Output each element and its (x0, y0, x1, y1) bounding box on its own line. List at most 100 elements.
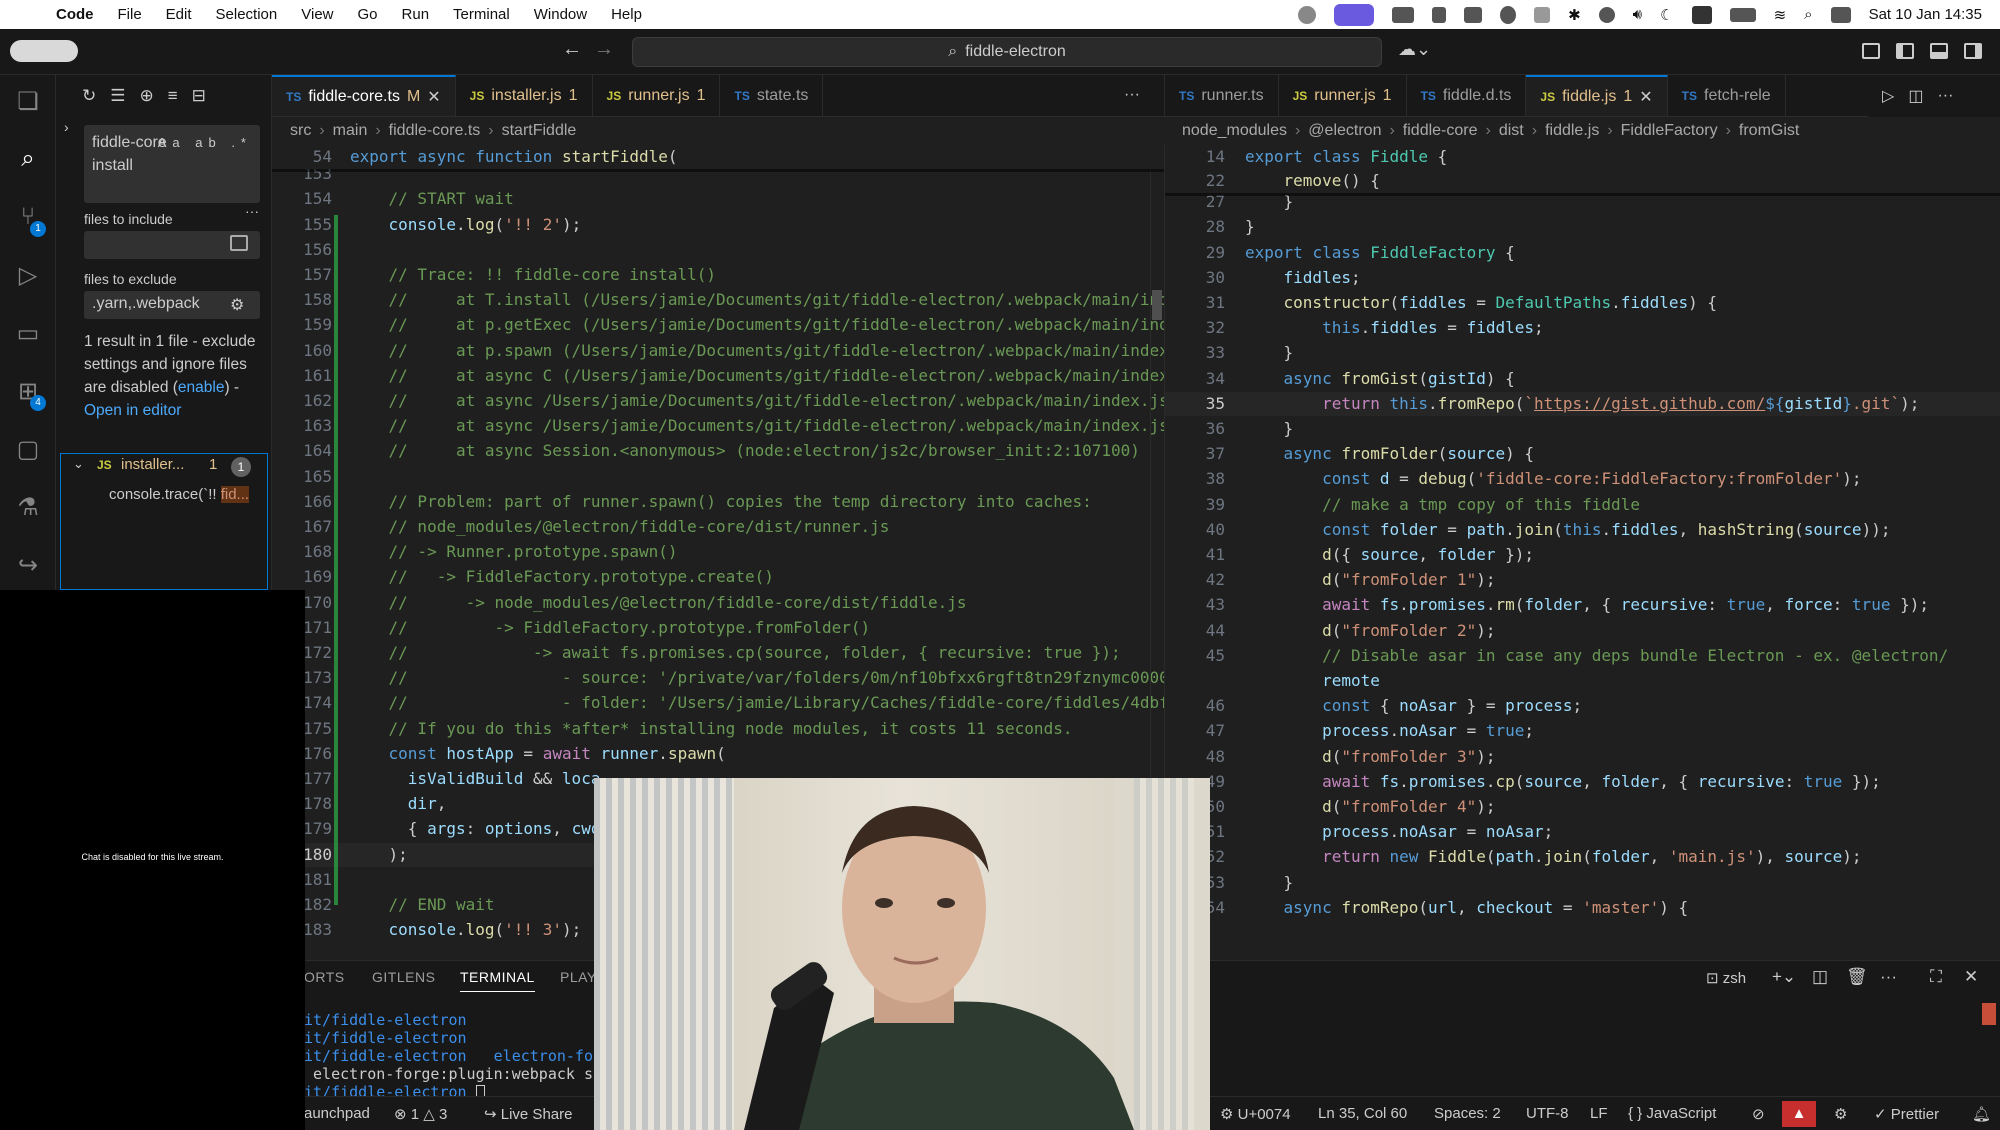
menu-view[interactable]: View (301, 6, 333, 23)
code-line[interactable]: 37 async fromFolder(source) { (1165, 442, 2000, 466)
editor-tab[interactable]: JS runner.js 1 (1278, 75, 1407, 116)
code-line[interactable]: 156 (272, 238, 1164, 262)
breadcrumb-item[interactable]: node_modules (1182, 122, 1287, 140)
collapse-all-icon[interactable]: ⊟ (192, 86, 206, 106)
code-line[interactable]: 48 d("fromFolder 3"); (1165, 745, 2000, 769)
editor-tab[interactable]: TS state.ts (720, 75, 824, 116)
close-panel-icon[interactable]: ✕ (1964, 967, 1978, 987)
back-arrow-icon[interactable]: ← (562, 38, 582, 61)
explorer-icon[interactable]: ❏ (12, 87, 44, 119)
code-line[interactable]: 35 return this.fromRepo(`https://gist.gi… (1165, 391, 2000, 416)
window-controls[interactable] (10, 40, 78, 62)
moon-icon[interactable]: ☾ (1660, 6, 1673, 24)
code-line[interactable]: 51 process.noAsar = noAsar; (1165, 820, 2000, 844)
code-line[interactable]: 173 // - source: '/private/var/folders/0… (272, 666, 1164, 690)
prettier-item[interactable]: ✓ Prettier (1874, 1105, 1939, 1123)
code-line[interactable]: 160 // at p.spawn (/Users/jamie/Document… (272, 339, 1164, 363)
run-debug-icon[interactable]: ▷ (12, 261, 44, 293)
code-line[interactable]: 54 async fromRepo(url, checkout = 'maste… (1165, 896, 2000, 920)
code-line[interactable]: 38 const d = debug('fiddle-core:FiddleFa… (1165, 467, 2000, 491)
code-line[interactable]: 169 // -> FiddleFactory.prototype.create… (272, 565, 1164, 589)
keyboard-icon[interactable] (1464, 6, 1483, 23)
split-editor-icon[interactable]: ◫ (1908, 86, 1923, 106)
code-line[interactable]: 29 export class FiddleFactory { (1165, 241, 2000, 265)
editor-tab[interactable]: TS runner.ts (1165, 75, 1279, 116)
bell-icon[interactable]: 🔔︎ (1972, 1105, 1991, 1123)
sticky-scroll-line[interactable]: 54 export async function startFiddle( (272, 145, 1164, 169)
bluetooth-icon[interactable]: ✱ (1568, 6, 1581, 24)
settings-gear-icon[interactable]: ⚙ (230, 295, 244, 315)
remote-explorer-icon[interactable]: ▭ (12, 319, 44, 351)
code-line[interactable]: remote (1165, 669, 2000, 693)
tab-playwright[interactable]: PLAY (560, 969, 597, 985)
tab-terminal[interactable]: TERMINAL (460, 969, 535, 992)
sticky-scroll-line[interactable]: 14 export class Fiddle { (1165, 145, 2000, 169)
code-line[interactable]: 40 const folder = path.join(this.fiddles… (1165, 518, 2000, 542)
new-terminal-icon[interactable]: +⌄ (1772, 967, 1796, 987)
breadcrumb-item[interactable]: FiddleFactory (1621, 122, 1718, 140)
code-line[interactable]: 53 } (1165, 871, 2000, 895)
forward-arrow-icon[interactable]: → (594, 38, 614, 61)
live-share-status[interactable]: ↪ Live Share (484, 1105, 572, 1123)
sticky-scroll-line[interactable]: 22 remove() { (1165, 169, 2000, 193)
search-view-icon[interactable]: ⌕ (12, 145, 44, 177)
battery-icon[interactable] (1729, 7, 1756, 22)
code-line[interactable]: 172 // -> await fs.promises.cp(source, f… (272, 641, 1164, 665)
tab-gitlens[interactable]: GITLENS (372, 969, 435, 985)
extensions-icon[interactable]: ⊞ 4 (12, 377, 46, 411)
toggle-panel-icon[interactable] (1930, 43, 1948, 59)
code-line[interactable]: 41 d({ source, folder }); (1165, 543, 2000, 567)
code-line[interactable]: 161 // at async C (/Users/jamie/Document… (272, 364, 1164, 388)
code-line[interactable]: 168 // -> Runner.prototype.spawn() (272, 540, 1164, 564)
menu-go[interactable]: Go (358, 6, 378, 23)
search-input[interactable]: fiddle-core install Aa ab .* (84, 125, 260, 203)
code-line[interactable]: 170 // -> node_modules/@electron/fiddle-… (272, 591, 1164, 615)
app-status-icon[interactable] (1500, 5, 1517, 24)
code-line[interactable]: 39 // make a tmp copy of this fiddle (1165, 493, 2000, 517)
code-line[interactable]: 33 } (1165, 341, 2000, 365)
menu-file[interactable]: File (118, 6, 142, 23)
notifications-settings-icon[interactable]: ⚙ (1834, 1105, 1847, 1123)
code-line[interactable]: 154 // START wait (272, 187, 1164, 211)
code-line[interactable]: 167 // node_modules/@electron/fiddle-cor… (272, 515, 1164, 539)
menu-selection[interactable]: Selection (216, 6, 278, 23)
only-open-editors-icon[interactable] (230, 235, 248, 251)
code-line[interactable]: 44 d("fromFolder 2"); (1165, 619, 2000, 643)
new-search-editor-icon[interactable]: ⊕ (140, 86, 154, 106)
code-line[interactable]: 43 await fs.promises.rm(folder, { recurs… (1165, 593, 2000, 617)
control-center-icon[interactable] (1830, 6, 1851, 23)
code-line[interactable]: 46 const { noAsar } = process; (1165, 694, 2000, 718)
chat-icon[interactable]: ▢ (12, 435, 44, 467)
run-file-icon[interactable]: ▷ (1882, 86, 1894, 106)
open-in-editor-link[interactable]: Open in editor (84, 402, 181, 419)
refresh-icon[interactable]: ↻ (82, 86, 96, 106)
input-source-icon[interactable] (1691, 5, 1712, 24)
copilot-icon[interactable]: ☁⌄ (1398, 39, 1431, 60)
code-line[interactable]: 164 // at async Session.<anonymous> (nod… (272, 439, 1164, 463)
character-item[interactable]: ⚙ U+0074 (1220, 1105, 1291, 1123)
code-line[interactable]: 157 // Trace: !! fiddle-core install() (272, 263, 1164, 287)
menu-terminal[interactable]: Terminal (453, 6, 510, 23)
editor-tab[interactable]: JS fiddle.js 1 ✕ (1526, 75, 1668, 116)
code-line[interactable]: 50 d("fromFolder 4"); (1165, 795, 2000, 819)
breadcrumb-item[interactable]: fiddle-core.ts (389, 122, 481, 140)
code-line[interactable]: 30 fiddles; (1165, 266, 2000, 290)
language-mode[interactable]: { } JavaScript (1628, 1105, 1716, 1122)
chevron-down-icon[interactable]: ⌄ (73, 456, 84, 472)
launchpad-item[interactable]: aunchpad (304, 1105, 370, 1122)
code-line[interactable]: 158 // at T.install (/Users/jamie/Docume… (272, 288, 1164, 312)
code-line[interactable]: 166 // Problem: part of runner.spawn() c… (272, 490, 1164, 514)
editor-tab[interactable]: JS runner.js 1 (592, 75, 721, 116)
breadcrumb-item[interactable]: fromGist (1739, 122, 1799, 140)
datetime[interactable]: Sat 10 Jan 14:35 (1869, 6, 1982, 23)
live-share-icon[interactable]: ↪ (12, 551, 44, 583)
search-match-line[interactable]: console.trace(`!! fid... (109, 486, 263, 503)
copilot-status-icon[interactable]: ⊘ (1752, 1105, 1765, 1123)
code-line[interactable]: 163 // at async /Users/jamie/Documents/g… (272, 414, 1164, 438)
editor-tab[interactable]: TS fiddle.d.ts (1406, 75, 1527, 116)
close-icon[interactable]: ✕ (427, 87, 440, 107)
code-line[interactable]: 165 (272, 465, 1164, 489)
toggle-sidebar-icon[interactable] (1896, 43, 1914, 59)
code-line[interactable]: 162 // at async /Users/jamie/Documents/g… (272, 389, 1164, 413)
right-code-editor[interactable]: 14export class Fiddle {22 remove() {26 }… (1164, 145, 2000, 960)
